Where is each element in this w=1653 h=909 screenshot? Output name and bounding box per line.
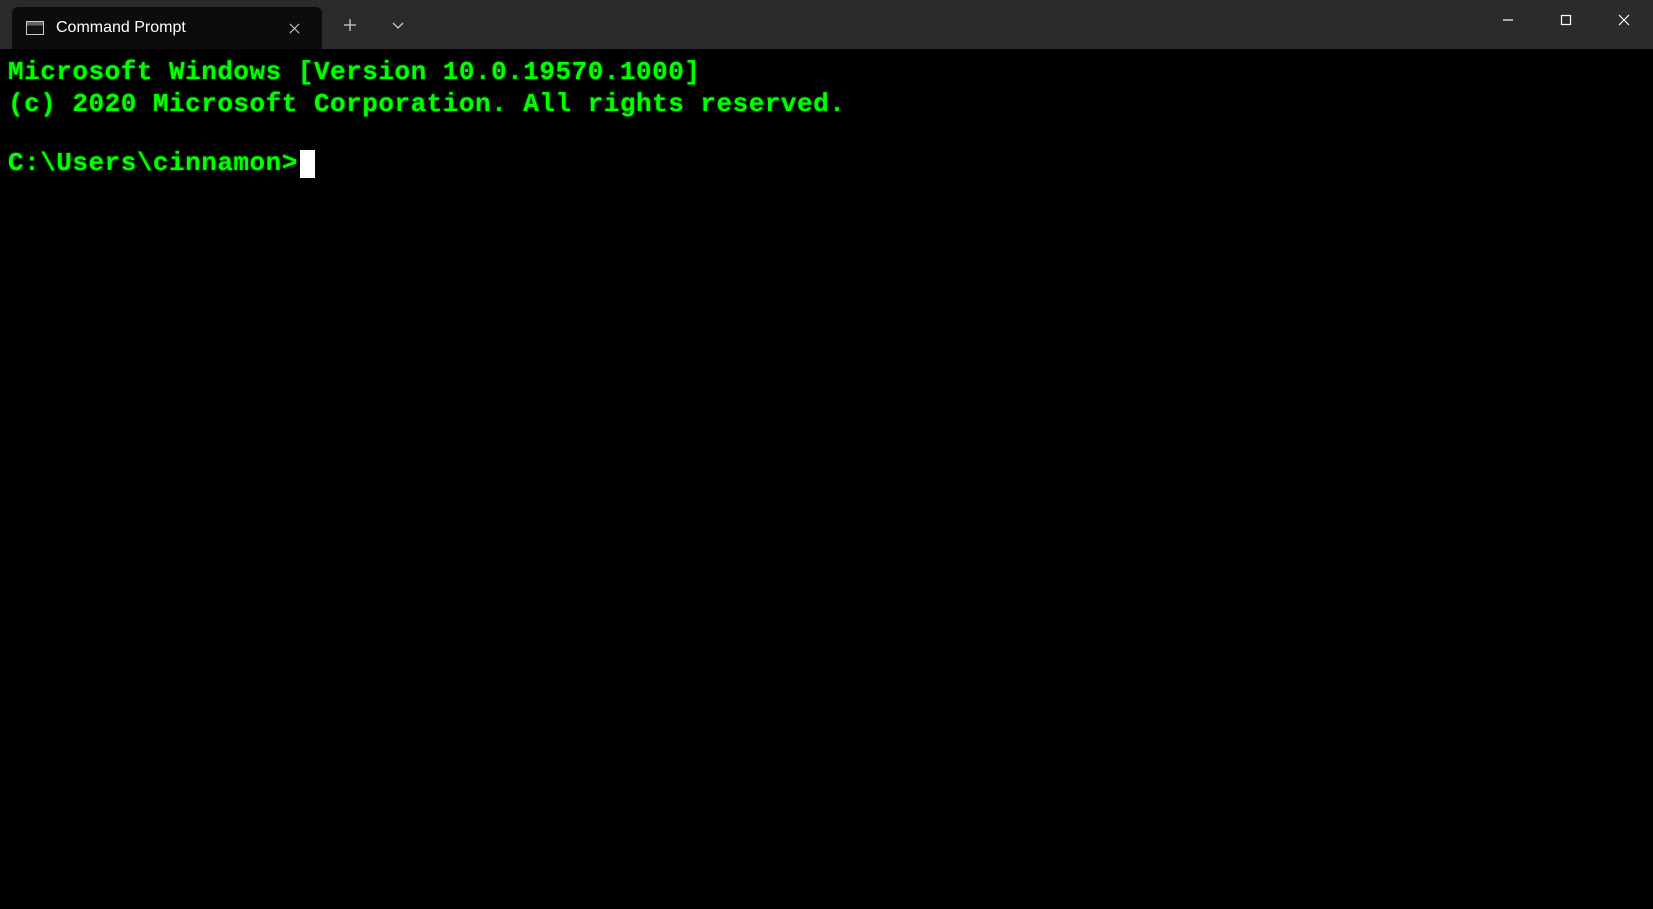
minimize-icon xyxy=(1502,14,1514,26)
maximize-button[interactable] xyxy=(1537,0,1595,40)
terminal-prompt-line: C:\Users\cinnamon> xyxy=(8,148,1645,180)
tab-command-prompt[interactable]: Command Prompt xyxy=(12,7,322,49)
chevron-down-icon xyxy=(391,18,405,32)
terminal-icon xyxy=(26,21,44,35)
new-tab-button[interactable] xyxy=(328,0,372,49)
titlebar-drag-region[interactable] xyxy=(420,0,1479,49)
tab-dropdown-button[interactable] xyxy=(376,0,420,49)
minimize-button[interactable] xyxy=(1479,0,1537,40)
terminal-line: (c) 2020 Microsoft Corporation. All righ… xyxy=(8,89,1645,121)
maximize-icon xyxy=(1560,14,1572,26)
plus-icon xyxy=(343,18,357,32)
close-icon xyxy=(289,23,300,34)
cursor-icon xyxy=(300,150,315,178)
tab-close-button[interactable] xyxy=(280,14,308,42)
terminal-prompt: C:\Users\cinnamon> xyxy=(8,148,298,180)
close-icon xyxy=(1618,14,1630,26)
close-window-button[interactable] xyxy=(1595,0,1653,40)
tab-title: Command Prompt xyxy=(56,19,268,37)
titlebar-actions xyxy=(322,0,420,49)
terminal-line: Microsoft Windows [Version 10.0.19570.10… xyxy=(8,57,1645,89)
terminal-output[interactable]: Microsoft Windows [Version 10.0.19570.10… xyxy=(0,49,1653,909)
window-controls xyxy=(1479,0,1653,49)
titlebar: Command Prompt xyxy=(0,0,1653,49)
